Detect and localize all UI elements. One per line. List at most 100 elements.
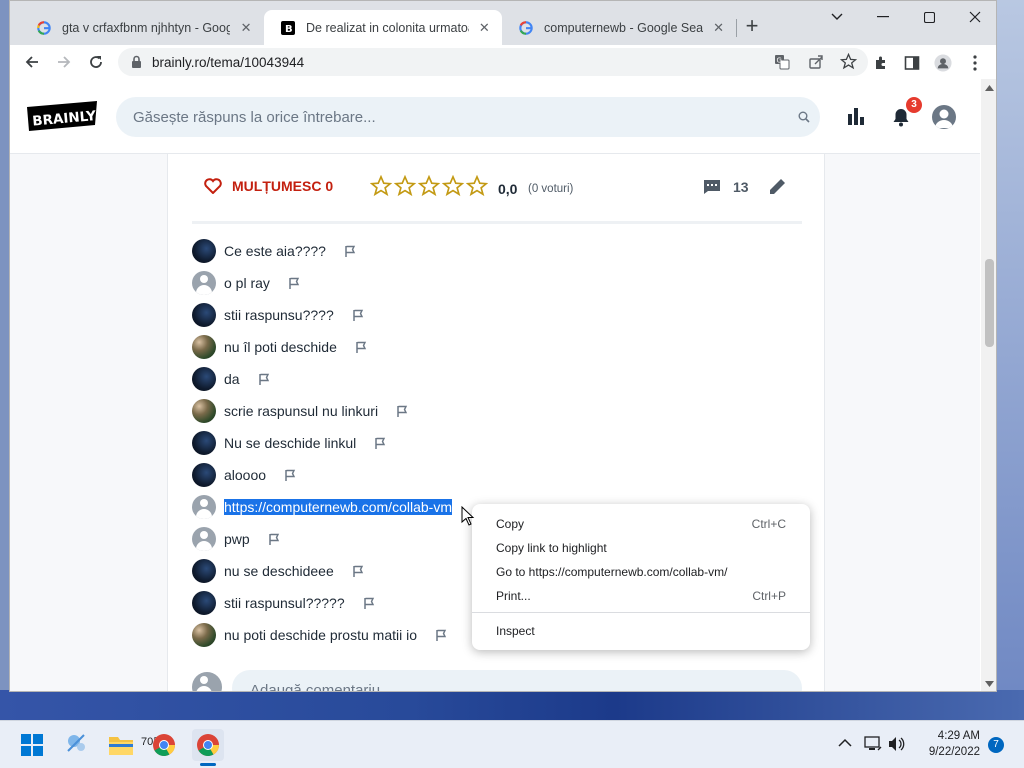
reload-button[interactable]: [84, 51, 108, 73]
report-flag-icon[interactable]: [396, 405, 408, 418]
volume-icon[interactable]: [888, 736, 906, 757]
address-bar[interactable]: brainly.ro/tema/10043944 G: [118, 48, 868, 76]
comment-avatar[interactable]: [192, 463, 216, 487]
start-button-icon[interactable]: [16, 729, 48, 761]
report-flag-icon[interactable]: [355, 341, 367, 354]
comment-row: nu se deschideee: [192, 558, 364, 584]
profile-avatar-icon[interactable]: [934, 54, 952, 72]
report-flag-icon[interactable]: [363, 597, 375, 610]
extensions-icon[interactable]: [872, 54, 890, 72]
scrollbar-thumb[interactable]: [985, 259, 994, 347]
comment-avatar[interactable]: [192, 431, 216, 455]
comment-avatar[interactable]: [192, 559, 216, 583]
search-input[interactable]: Găsește răspuns la orice întrebare...: [133, 109, 376, 126]
close-tab-icon[interactable]: ✕: [238, 20, 254, 36]
ctx-label: Copy link to highlight: [496, 541, 607, 555]
ctx-go-to-url[interactable]: Go to https://computernewb.com/collab-vm…: [472, 560, 810, 584]
ctx-copy-link-to-highlight[interactable]: Copy link to highlight: [472, 536, 810, 560]
system-clock[interactable]: 4:29 AM 9/22/2022: [916, 728, 980, 760]
ctx-print[interactable]: Print... Ctrl+P: [472, 584, 810, 608]
close-window-button[interactable]: [952, 5, 996, 29]
report-flag-icon[interactable]: [374, 437, 386, 450]
comment-avatar[interactable]: [192, 591, 216, 615]
comment-avatar[interactable]: [192, 527, 216, 551]
back-button[interactable]: [20, 51, 44, 73]
divider: [192, 221, 802, 224]
comment-avatar[interactable]: [192, 623, 216, 647]
chrome-icon[interactable]: [148, 729, 180, 761]
star-icon[interactable]: [370, 175, 392, 197]
show-hidden-icons-icon[interactable]: [838, 735, 852, 753]
comment-avatar[interactable]: [192, 367, 216, 391]
tab-search-icon[interactable]: [814, 5, 860, 29]
google-favicon-icon: [36, 20, 52, 36]
report-flag-icon[interactable]: [352, 309, 364, 322]
comment-avatar[interactable]: [192, 239, 216, 263]
star-icon[interactable]: [466, 175, 488, 197]
site-header: BRAINLY Găsește răspuns la orice întreba…: [10, 79, 980, 154]
thanks-button[interactable]: MULȚUMESC 0: [204, 178, 333, 194]
minimize-button[interactable]: [860, 5, 906, 29]
ctx-shortcut: Ctrl+C: [751, 517, 786, 531]
chrome-active-icon[interactable]: [192, 729, 224, 761]
file-explorer-icon[interactable]: [105, 729, 137, 761]
comment-row: https://computernewb.com/collab-vm: [192, 494, 452, 520]
comment-text: nu poti deschide prostu matii io: [224, 627, 417, 643]
report-flag-icon[interactable]: [268, 533, 280, 546]
page-scrollbar[interactable]: [981, 79, 996, 691]
comment-row: o pl ray: [192, 270, 300, 296]
report-flag-icon[interactable]: [288, 277, 300, 290]
user-avatar[interactable]: [932, 105, 956, 129]
report-flag-icon[interactable]: [344, 245, 356, 258]
comment-text[interactable]: https://computernewb.com/collab-vm: [224, 499, 452, 515]
clock-time: 4:29 AM: [937, 730, 980, 742]
close-tab-icon[interactable]: ✕: [477, 20, 492, 36]
network-icon[interactable]: [864, 736, 882, 757]
share-icon[interactable]: [808, 54, 824, 75]
lock-icon[interactable]: [131, 55, 142, 74]
bookmark-star-icon[interactable]: [839, 52, 858, 75]
comment-text: stii raspunsu????: [224, 307, 334, 323]
ctx-copy[interactable]: Copy Ctrl+C: [472, 512, 810, 536]
comment-avatar[interactable]: [192, 335, 216, 359]
close-tab-icon[interactable]: ✕: [711, 20, 726, 36]
search-bar[interactable]: Găsește răspuns la orice întrebare...: [116, 97, 820, 137]
heart-icon: [204, 178, 222, 194]
edit-pencil-icon[interactable]: [768, 176, 788, 201]
side-panel-icon[interactable]: [903, 54, 921, 72]
comment-row: scrie raspunsul nu linkuri: [192, 398, 408, 424]
ctx-separator: [472, 612, 810, 613]
report-flag-icon[interactable]: [352, 565, 364, 578]
ctx-label: Print...: [496, 589, 531, 603]
star-icon[interactable]: [418, 175, 440, 197]
comment-avatar[interactable]: [192, 399, 216, 423]
search-icon[interactable]: [798, 110, 810, 128]
star-rating[interactable]: [370, 175, 490, 197]
tab-google-gta[interactable]: gta v crfaxfbnm njhhtyn - Google Search …: [20, 10, 264, 45]
notification-center-badge[interactable]: 7: [988, 737, 1004, 753]
report-flag-icon[interactable]: [284, 469, 296, 482]
star-icon[interactable]: [442, 175, 464, 197]
browser-menu-icon[interactable]: [966, 54, 984, 72]
comment-avatar[interactable]: [192, 495, 216, 519]
translate-icon[interactable]: G: [774, 54, 790, 75]
comment-avatar[interactable]: [192, 271, 216, 295]
comment-avatar[interactable]: [192, 303, 216, 327]
forward-button[interactable]: [52, 51, 76, 73]
brainly-logo[interactable]: BRAINLY: [25, 101, 99, 131]
leaderboard-icon[interactable]: [846, 106, 866, 131]
report-flag-icon[interactable]: [258, 373, 270, 386]
comment-text: stii raspunsul?????: [224, 595, 345, 611]
comment-row: stii raspunsul?????: [192, 590, 375, 616]
star-icon[interactable]: [394, 175, 416, 197]
ctx-inspect[interactable]: Inspect: [472, 619, 810, 643]
report-flag-icon[interactable]: [435, 629, 447, 642]
comments-toggle[interactable]: 13: [703, 179, 749, 195]
tab-google-computernewb[interactable]: computernewb - Google Search ✕: [502, 10, 736, 45]
new-tab-button[interactable]: +: [740, 14, 764, 38]
tab-brainly[interactable]: B De realizat in colonita urmatoarea tab…: [264, 10, 502, 45]
comment-text: Nu se deschide linkul: [224, 435, 357, 451]
maximize-button[interactable]: [906, 5, 952, 29]
add-comment-input[interactable]: Adaugă comentariu: [232, 670, 802, 691]
weather-widget[interactable]: 70°: [64, 727, 158, 763]
